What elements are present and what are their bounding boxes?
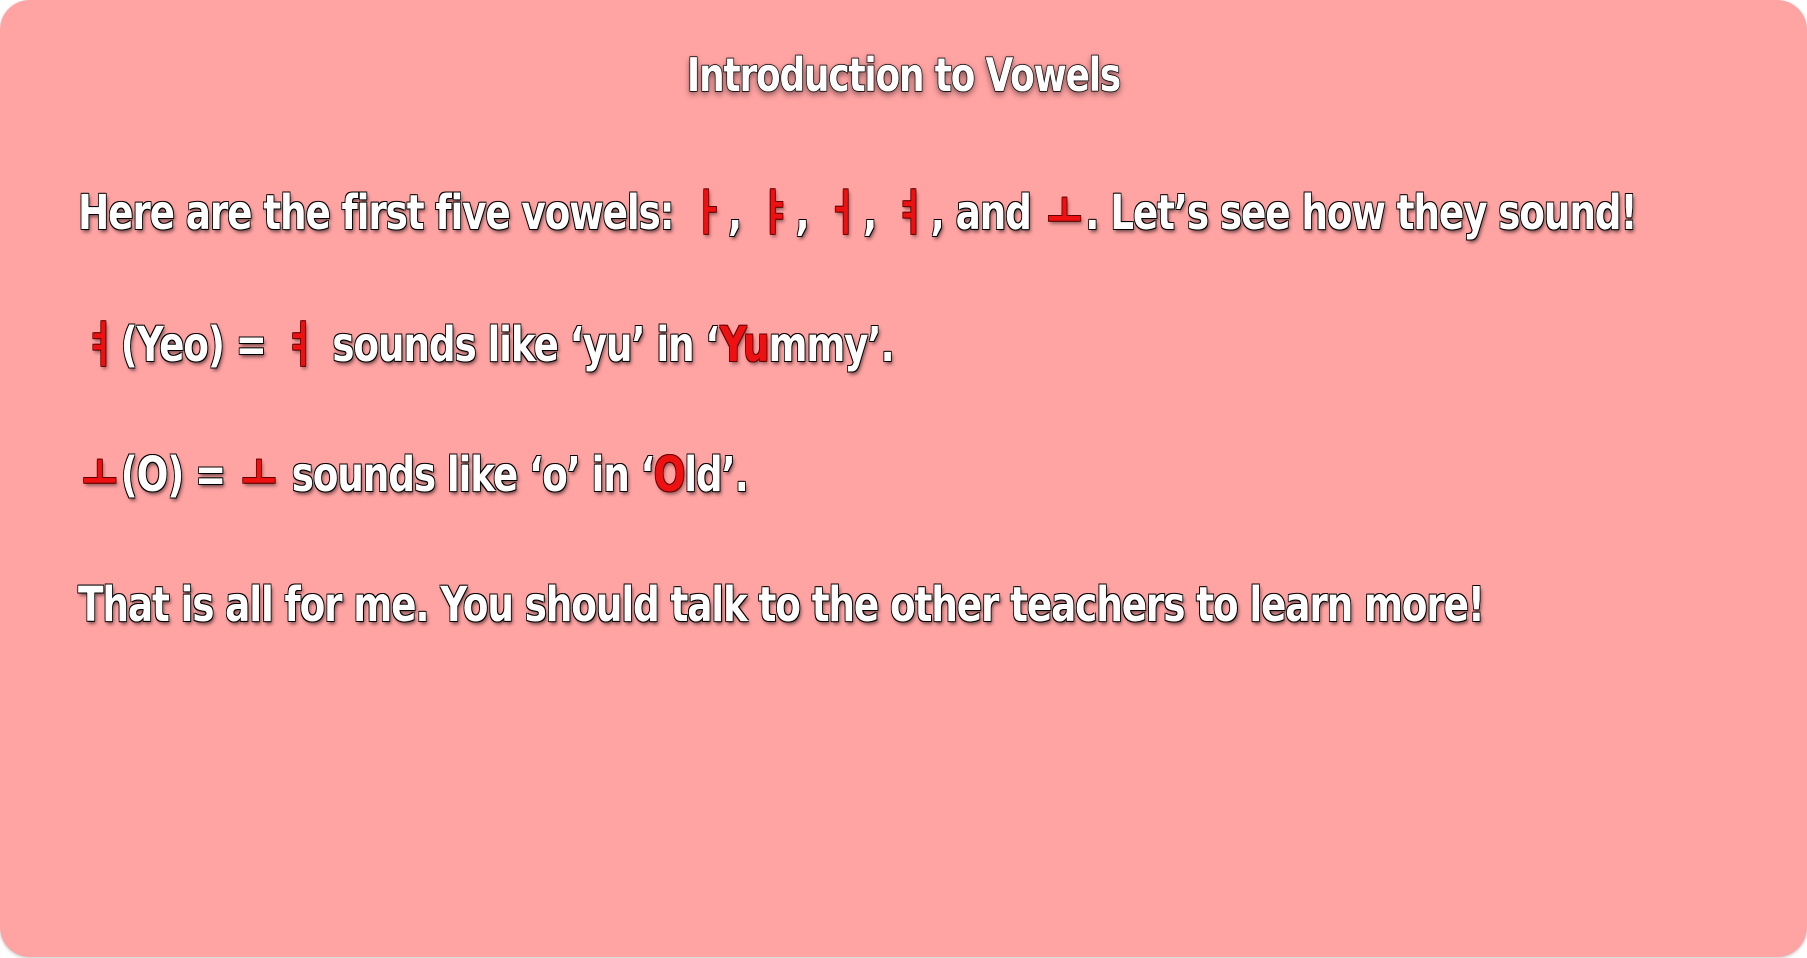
closing-line: That is all for me. You should talk to t… bbox=[78, 577, 1485, 633]
intro-suffix: . Let’s see how they sound! bbox=[1085, 185, 1637, 241]
o-explanation-line: ㅗ(O) = ㅗ sounds like ‘o’ in ‘Old’. bbox=[78, 440, 749, 510]
word-rest: ld’. bbox=[684, 447, 749, 503]
separator-and: , and bbox=[930, 185, 1032, 241]
highlighted-letters: Yu bbox=[719, 317, 770, 373]
separator: , bbox=[863, 185, 877, 241]
vowel-o: ㅗ bbox=[82, 447, 117, 503]
vowel-intro-line: Here are the first five vowels: ㅏ, ㅑ, ㅓ,… bbox=[78, 178, 1638, 248]
vowel-a: ㅏ bbox=[689, 185, 724, 241]
separator: , bbox=[795, 185, 810, 241]
sound-description: sounds like ‘yu’ in ‘ bbox=[332, 317, 721, 373]
dialog-panel: Introduction to Vowels Here are the firs… bbox=[0, 0, 1807, 957]
page-title: Introduction to Vowels bbox=[686, 47, 1122, 103]
vowel-yeo-repeat: ㅕ bbox=[282, 317, 316, 373]
vowel-o: ㅗ bbox=[1047, 185, 1081, 241]
vowel-yeo: ㅕ bbox=[892, 185, 927, 241]
intro-text: Here are the first five vowels: bbox=[78, 185, 675, 241]
romanization: (O) = bbox=[120, 447, 227, 503]
vowel-eo: ㅓ bbox=[825, 185, 859, 241]
highlighted-letters: O bbox=[653, 447, 686, 503]
vowel-o-repeat: ㅗ bbox=[241, 447, 276, 503]
yeo-explanation-line: ㅕ(Yeo) = ㅕ sounds like ‘yu’ in ‘Yummy’. bbox=[78, 310, 895, 380]
sound-description: sounds like ‘o’ in ‘ bbox=[291, 447, 655, 503]
word-rest: mmy’. bbox=[768, 317, 894, 373]
romanization: (Yeo) = bbox=[120, 317, 267, 373]
vowel-yeo: ㅕ bbox=[82, 317, 117, 373]
vowel-ya: ㅑ bbox=[757, 185, 792, 241]
separator: , bbox=[727, 185, 742, 241]
